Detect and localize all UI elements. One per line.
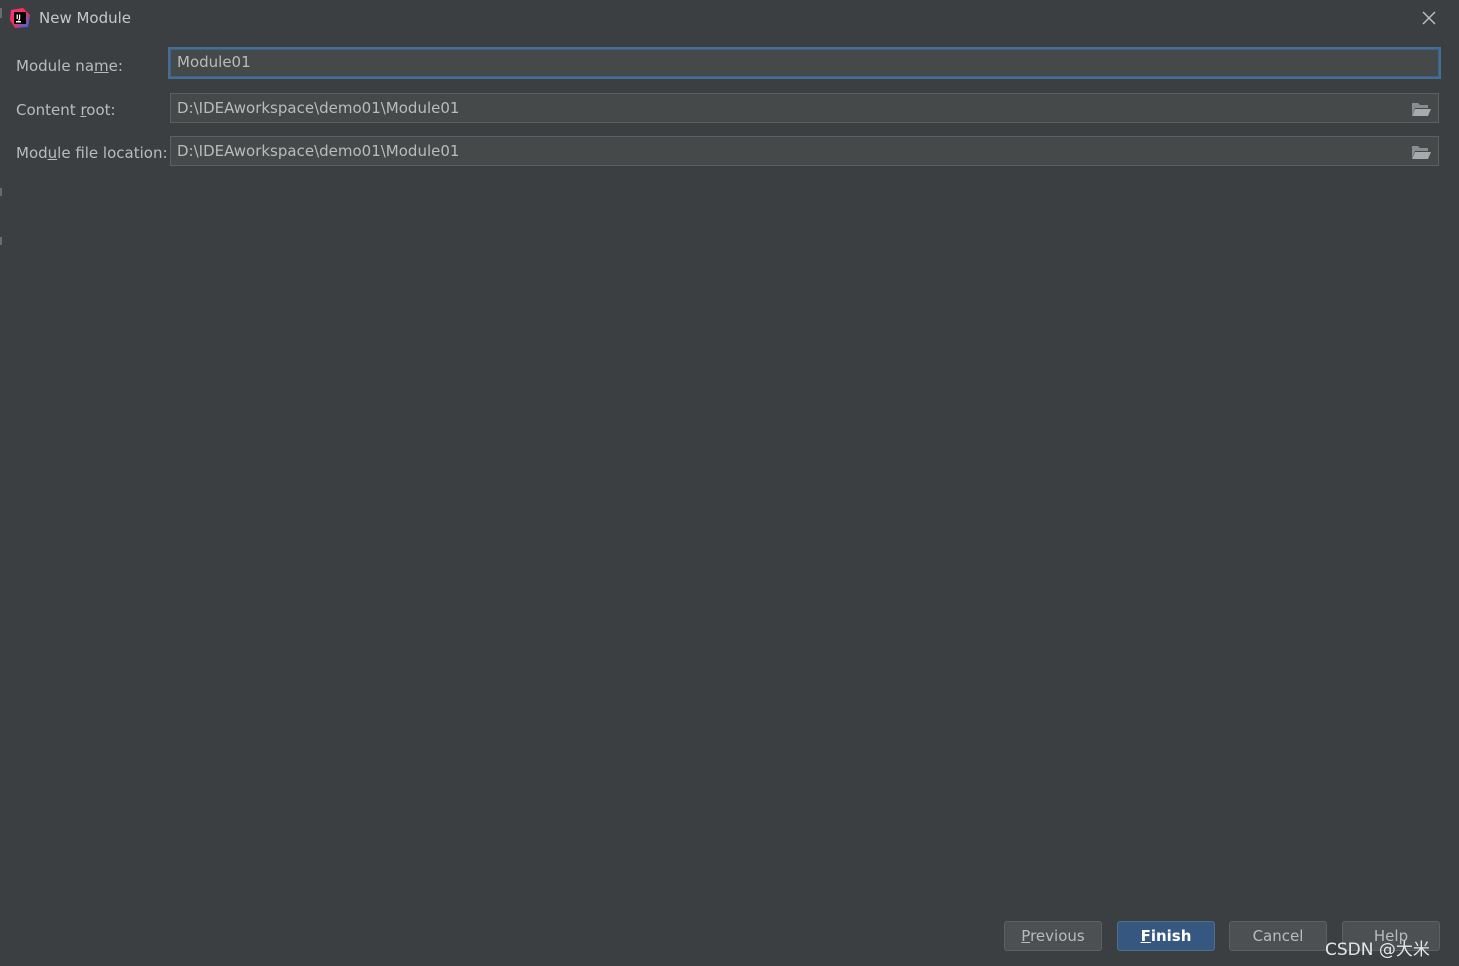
previous-button[interactable]: Previous [1004,921,1102,951]
finish-button[interactable]: Finish [1117,921,1215,951]
module-file-location-row: Module file location: D:\IDEAworkspace\d… [0,136,1459,168]
content-root-label: Content root: [16,101,116,119]
close-button[interactable] [1416,6,1442,30]
content-root-value: D:\IDEAworkspace\demo01\Module01 [177,99,460,117]
module-file-location-value: D:\IDEAworkspace\demo01\Module01 [177,142,460,160]
new-module-dialog: IJ New Module Module name: Module01 Cont… [0,0,1459,966]
help-label: Help [1373,927,1409,945]
folder-open-icon [1412,103,1431,116]
finish-label: inish [1150,927,1192,945]
content-root-browse-button[interactable] [1410,100,1432,118]
finish-mnemonic: F [1140,927,1151,945]
close-icon [1422,11,1436,25]
module-name-label: Module name: [16,57,123,75]
previous-label: revious [1030,927,1085,945]
edge-artifact [0,8,2,18]
intellij-idea-icon: IJ [9,7,31,29]
edge-artifact [0,237,2,245]
help-button[interactable]: Help [1342,921,1440,951]
folder-open-icon [1412,146,1431,159]
previous-mnemonic: P [1021,927,1031,945]
content-root-input[interactable]: D:\IDEAworkspace\demo01\Module01 [170,93,1439,123]
module-file-location-input[interactable]: D:\IDEAworkspace\demo01\Module01 [170,136,1439,166]
cancel-button[interactable]: Cancel [1229,921,1327,951]
module-name-input[interactable]: Module01 [168,47,1441,79]
edge-artifact [0,188,2,196]
module-file-location-browse-button[interactable] [1410,143,1432,161]
svg-text:IJ: IJ [16,13,21,21]
module-name-row: Module name: Module01 [0,47,1459,81]
title-bar: IJ New Module [0,0,1459,38]
content-root-row: Content root: D:\IDEAworkspace\demo01\Mo… [0,93,1459,125]
window-title: New Module [39,9,132,27]
module-name-value: Module01 [177,53,251,71]
cancel-label: Cancel [1252,927,1304,945]
module-file-location-label: Module file location: [16,144,168,162]
